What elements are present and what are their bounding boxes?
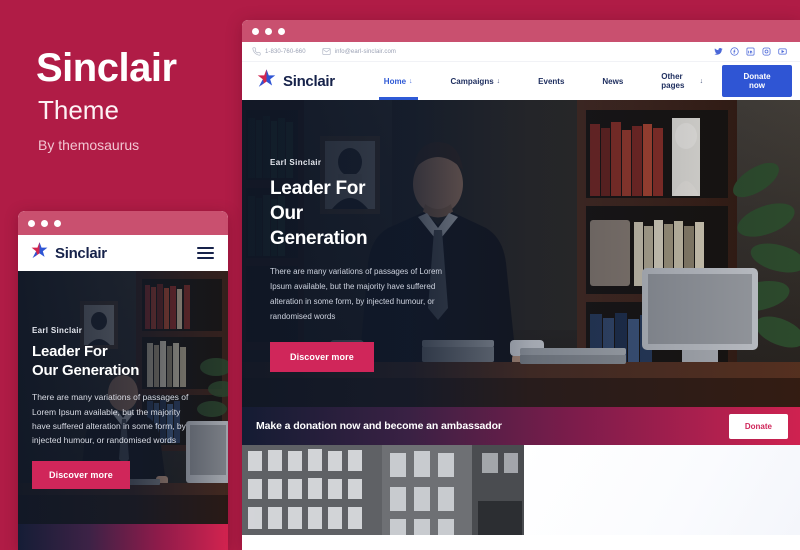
hero-heading: Leader For Our Generation <box>270 176 445 251</box>
topbar-phone[interactable]: 1-830-760-660 <box>252 47 306 56</box>
hero-heading-line3: Generation <box>270 228 368 250</box>
topbar-social-links <box>714 47 792 56</box>
star-logo-icon <box>30 241 49 265</box>
hero-section: Earl Sinclair Leader For Our Generation … <box>242 100 800 407</box>
nav-item-events-label: Events <box>538 76 565 86</box>
envelope-icon <box>322 48 331 55</box>
twitter-icon[interactable] <box>714 47 723 56</box>
mobile-preview-window: Sinclair Earl Sinclair Leader For Our Ge… <box>18 211 228 550</box>
nav-item-news-label: News <box>602 76 624 86</box>
donate-now-button[interactable]: Donate now <box>722 65 792 97</box>
primary-navigation: Home ↓ Campaigns ↓ Events News Other pag… <box>365 62 722 100</box>
nav-item-home[interactable]: Home ↓ <box>365 62 432 100</box>
nav-item-campaigns[interactable]: Campaigns ↓ <box>432 62 520 100</box>
building-photo <box>242 445 524 535</box>
topbar-phone-text: 1-830-760-660 <box>265 48 306 55</box>
chevron-down-icon: ↓ <box>409 77 413 85</box>
bottom-white-area <box>524 445 800 535</box>
site-navbar: Sinclair Home ↓ Campaigns ↓ Events News … <box>242 62 800 100</box>
donation-banner: Make a donation now and become an ambass… <box>242 407 800 445</box>
promo-author: By themosaurus <box>38 137 140 153</box>
youtube-icon[interactable] <box>778 47 787 56</box>
discover-more-button[interactable]: Discover more <box>270 342 374 373</box>
desktop-preview-window: 1-830-760-660 info@earl-sinclair.com Sin… <box>242 20 800 550</box>
mobile-hero-heading-line1: Leader For <box>32 343 108 360</box>
mobile-hero-section: Earl Sinclair Leader For Our Generation … <box>18 271 228 524</box>
mobile-hero-paragraph: There are many variations of passages of… <box>32 392 189 446</box>
mobile-site-header: Sinclair <box>18 235 228 271</box>
mobile-discover-more-button[interactable]: Discover more <box>32 461 130 490</box>
donate-button[interactable]: Donate <box>728 413 788 439</box>
site-logo[interactable]: Sinclair <box>256 68 335 94</box>
window-dot-close[interactable] <box>252 27 259 35</box>
window-dot-maximize[interactable] <box>278 27 285 35</box>
mobile-logo[interactable]: Sinclair <box>30 241 107 265</box>
nav-item-campaigns-label: Campaigns <box>450 76 494 86</box>
linkedin-icon[interactable] <box>746 47 755 56</box>
mobile-hero-eyebrow: Earl Sinclair <box>32 326 83 335</box>
facebook-icon[interactable] <box>730 47 739 56</box>
hero-eyebrow: Earl Sinclair <box>270 158 322 167</box>
window-dot-minimize[interactable] <box>265 27 272 35</box>
promo-subtitle: Theme <box>38 95 119 125</box>
topbar-email-text: info@earl-sinclair.com <box>334 48 396 55</box>
bottom-section <box>242 445 800 535</box>
site-topbar: 1-830-760-660 info@earl-sinclair.com <box>242 42 800 62</box>
hero-heading-line2: Our <box>270 203 303 225</box>
window-dot-close[interactable] <box>28 219 35 227</box>
site-brand-name: Sinclair <box>283 72 335 90</box>
chevron-down-icon: ↓ <box>699 77 704 85</box>
mobile-brand-name: Sinclair <box>55 244 107 262</box>
hamburger-menu-icon[interactable] <box>197 247 214 259</box>
nav-item-news[interactable]: News <box>583 62 642 100</box>
nav-item-home-label: Home <box>383 76 407 86</box>
hero-content: Earl Sinclair Leader For Our Generation … <box>270 158 445 373</box>
mobile-hero-heading: Leader For Our Generation <box>32 342 192 380</box>
promo-title: Sinclair <box>36 46 177 90</box>
mobile-donation-banner <box>18 524 228 550</box>
window-dot-maximize[interactable] <box>54 219 61 227</box>
instagram-icon[interactable] <box>762 47 771 56</box>
nav-item-other-pages-label: Other pages <box>661 72 685 90</box>
mobile-hero-heading-line2: Our Generation <box>32 362 140 380</box>
topbar-email[interactable]: info@earl-sinclair.com <box>322 47 396 56</box>
chevron-down-icon: ↓ <box>496 77 501 85</box>
phone-icon <box>252 47 261 56</box>
nav-item-other-pages[interactable]: Other pages ↓ <box>642 62 722 100</box>
mobile-hero-content: Earl Sinclair Leader For Our Generation … <box>32 326 192 490</box>
hero-heading-line1: Leader For <box>270 178 366 199</box>
star-logo-icon <box>256 68 277 94</box>
nav-item-events[interactable]: Events <box>519 62 583 100</box>
hero-paragraph: There are many variations of passages of… <box>270 267 443 321</box>
donation-banner-text: Make a donation now and become an ambass… <box>256 420 502 432</box>
desktop-window-titlebar <box>242 20 800 42</box>
window-dot-minimize[interactable] <box>41 219 48 227</box>
mobile-window-titlebar <box>18 211 228 235</box>
